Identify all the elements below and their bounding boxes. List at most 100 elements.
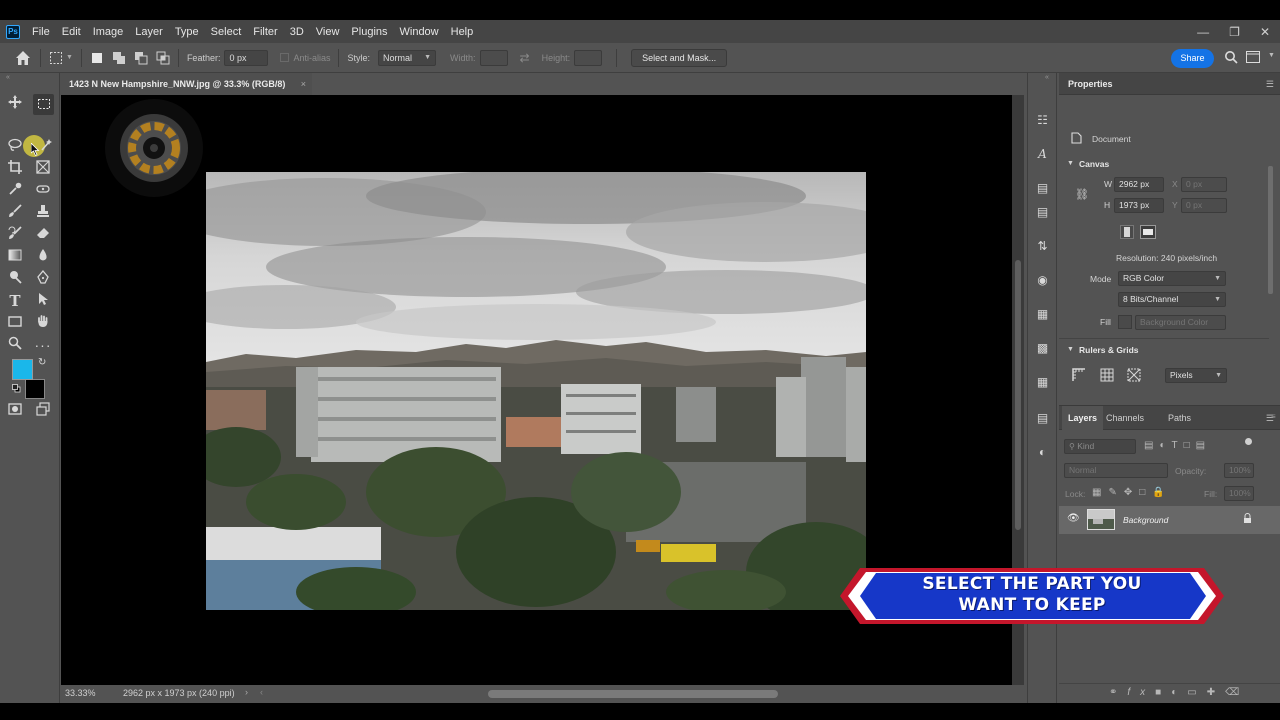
menu-plugins[interactable]: Plugins [345,26,393,38]
pen-tool-icon[interactable] [33,269,53,288]
menu-help[interactable]: Help [445,26,480,38]
eyedropper-tool-icon[interactable] [5,182,25,200]
add-selection-icon[interactable] [112,51,126,65]
more-tools-icon[interactable]: ··· [33,336,53,354]
layer-filter-select[interactable]: ⚲ Kind [1064,439,1136,454]
workspace-chevron-down-icon[interactable]: ▼ [1268,52,1275,59]
eraser-tool-icon[interactable] [33,226,53,244]
layer-actions-icons[interactable]: ⚭fx■◐▭✚⌫ [1109,687,1249,698]
minimize-icon[interactable]: — [1197,25,1209,39]
menu-edit[interactable]: Edit [56,26,87,38]
history-panel-icon[interactable]: ☷ [1034,113,1051,128]
rectangular-marquee-tool-icon[interactable] [33,94,54,115]
menu-image[interactable]: Image [87,26,130,38]
spot-healing-brush-icon[interactable] [33,182,53,200]
grid-icon[interactable] [1100,368,1114,385]
portrait-orientation-icon[interactable] [1120,225,1134,239]
landscape-orientation-icon[interactable] [1140,225,1156,239]
document-tab[interactable]: 1423 N New Hampshire_NNW.jpg @ 33.3% (RG… [60,73,312,95]
move-tool-icon[interactable] [5,95,25,113]
canvas-width-input[interactable]: 2962 px [1114,177,1164,192]
anti-alias-checkbox[interactable] [280,53,290,62]
tab-paths[interactable]: Paths [1168,406,1191,430]
gradients-panel-icon[interactable]: ▩ [1034,341,1051,356]
screen-mode-icon[interactable] [33,402,53,420]
home-icon[interactable] [14,49,32,67]
marquee-preset-icon[interactable] [49,51,63,65]
menu-filter[interactable]: Filter [247,26,283,38]
filter-toggle-icon[interactable] [1245,438,1252,445]
hand-tool-icon[interactable] [33,314,53,332]
share-button[interactable]: Share [1171,49,1214,68]
path-selection-tool-icon[interactable] [33,292,53,310]
tab-layers[interactable]: Layers [1062,406,1104,430]
scroll-left-icon[interactable]: ‹ [260,687,263,697]
layer-name[interactable]: Background [1123,515,1168,525]
rectangle-tool-icon[interactable] [5,314,25,332]
units-select[interactable]: Pixels ▼ [1165,368,1227,383]
clone-stamp-tool-icon[interactable] [33,204,53,222]
vertical-scroll-thumb[interactable] [1015,260,1021,530]
menu-type[interactable]: Type [169,26,205,38]
intersect-selection-icon[interactable] [156,51,170,65]
lock-icons[interactable]: ▦✎✥□🔒 [1092,487,1172,498]
notes-panel-icon[interactable]: ▤ [1034,205,1051,220]
frame-tool-icon[interactable] [33,160,53,178]
blur-tool-icon[interactable] [33,248,53,266]
select-and-mask-button[interactable]: Select and Mask... [631,48,728,67]
workspace-icon[interactable] [1246,51,1260,65]
canvas-height-input[interactable]: 1973 px [1114,198,1164,213]
menu-select[interactable]: Select [205,26,248,38]
layers-collapse-icon[interactable]: ≡ [1271,412,1277,426]
lasso-tool-icon[interactable] [5,138,25,156]
properties-menu-icon[interactable]: ☰ [1266,73,1274,95]
gradient-tool-icon[interactable] [5,248,25,266]
color-mode-select[interactable]: RGB Color ▼ [1118,271,1226,286]
menu-file[interactable]: File [26,26,56,38]
character-panel-icon[interactable]: A [1034,147,1051,162]
close-icon[interactable]: ✕ [1260,25,1270,39]
quick-mask-icon[interactable] [5,402,25,420]
height-input[interactable] [574,49,603,66]
menu-view[interactable]: View [310,26,346,38]
link-dimensions-icon[interactable]: ⛓ [1075,188,1089,201]
subtract-selection-icon[interactable] [134,51,148,65]
swap-colors-icon[interactable]: ↻ [38,357,46,368]
swap-dimensions-icon[interactable]: ⇄ [520,51,530,65]
guides-icon[interactable] [1127,368,1141,385]
collapse-toolbar-icon[interactable]: « [6,74,10,81]
close-document-icon[interactable]: × [301,73,306,95]
layer-row[interactable]: 👁 Background [1059,506,1280,534]
preset-chevron-down-icon[interactable]: ▼ [66,54,73,61]
zoom-level[interactable]: 33.33% [65,688,96,698]
adjustments-panel-icon[interactable]: ⇅ [1034,239,1051,254]
properties-panel-icon[interactable]: ◐ [1034,445,1051,460]
patterns-panel-icon[interactable]: ▦ [1034,375,1051,390]
feather-input[interactable]: 0 px [224,49,269,66]
swatches-panel-icon[interactable]: ▦ [1034,307,1051,322]
search-icon[interactable] [1224,50,1238,66]
brush-tool-icon[interactable] [5,204,25,222]
zoom-tool-icon[interactable] [5,336,25,354]
photo-canvas[interactable] [206,172,866,610]
status-chevron-right-icon[interactable]: › [245,687,248,697]
properties-scroll-thumb[interactable] [1268,166,1273,294]
bit-depth-select[interactable]: 8 Bits/Channel ▼ [1118,292,1226,307]
restore-icon[interactable]: ❐ [1229,25,1240,39]
width-input[interactable] [479,49,508,66]
color-panel-icon[interactable]: ◉ [1034,273,1051,288]
dodge-tool-icon[interactable] [5,270,25,288]
type-tool-icon[interactable]: T [5,292,25,310]
rulers-chevron-icon[interactable]: ▼ [1067,346,1074,353]
visibility-eye-icon[interactable]: 👁 [1067,513,1080,524]
ruler-icon[interactable] [1072,368,1086,385]
tab-channels[interactable]: Channels [1106,406,1144,430]
default-colors-icon[interactable] [12,384,21,393]
object-selection-tool-icon[interactable] [36,138,56,156]
foreground-color-swatch[interactable] [12,359,33,380]
background-color-swatch[interactable] [25,379,45,399]
crop-tool-icon[interactable] [5,160,25,178]
new-selection-icon[interactable] [90,51,104,65]
menu-layer[interactable]: Layer [129,26,169,38]
layer-filter-icons[interactable]: ▤◐T□▤ [1144,440,1211,451]
